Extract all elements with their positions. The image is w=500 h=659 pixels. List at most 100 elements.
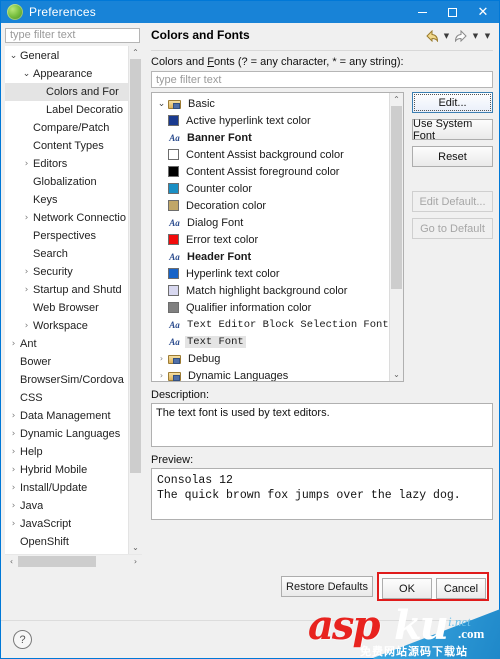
list-item[interactable]: Decoration color (152, 197, 389, 214)
chevron-right-icon[interactable]: › (7, 339, 20, 349)
chevron-right-icon[interactable]: › (155, 371, 168, 380)
chevron-right-icon[interactable]: › (20, 159, 33, 169)
page-menu-chevron-down-icon[interactable]: ▼ (482, 29, 493, 43)
ok-button[interactable]: OK (382, 578, 432, 599)
tree-hscroll-thumb[interactable] (18, 556, 96, 567)
tree-item[interactable]: › Network Connectio (5, 209, 128, 227)
tree-scroll-thumb[interactable] (130, 58, 141, 474)
list-item[interactable]: › Debug (152, 350, 389, 367)
tree-item[interactable]: › Dynamic Languages (5, 425, 128, 443)
list-scroll-track[interactable] (390, 106, 403, 368)
use-system-font-button[interactable]: Use System Font (412, 118, 493, 142)
tree-item[interactable]: Keys (5, 191, 128, 209)
chevron-right-icon[interactable]: › (7, 411, 20, 421)
chevron-right-icon[interactable]: › (7, 465, 20, 475)
help-icon[interactable]: ? (13, 630, 32, 649)
reset-button[interactable]: Reset (412, 146, 493, 167)
tree-item[interactable]: Label Decoratio (5, 101, 128, 119)
list-item[interactable]: Counter color (152, 180, 389, 197)
list-item[interactable]: Qualifier information color (152, 299, 389, 316)
list-scroll-up-icon[interactable]: ⌃ (390, 93, 403, 106)
tree-item[interactable]: Perspectives (5, 227, 128, 245)
back-arrow-icon[interactable] (424, 29, 440, 43)
tree-item[interactable]: › Startup and Shutd (5, 281, 128, 299)
list-item[interactable]: Aa Banner Font (152, 129, 389, 146)
tree-item[interactable]: Web Browser (5, 299, 128, 317)
tree-item[interactable]: Search (5, 245, 128, 263)
minimize-button[interactable] (407, 1, 437, 23)
tree-item[interactable]: ⌄ Appearance (5, 65, 128, 83)
scroll-right-icon[interactable]: › (129, 555, 142, 568)
chevron-right-icon[interactable]: › (155, 354, 168, 363)
list-item[interactable]: › Dynamic Languages (152, 367, 389, 382)
chevron-right-icon[interactable]: › (7, 447, 20, 457)
tree-item[interactable]: Globalization (5, 173, 128, 191)
chevron-right-icon[interactable]: › (7, 501, 20, 511)
tree-item[interactable]: › JavaScript (5, 515, 128, 533)
tree-item[interactable]: › Ant (5, 335, 128, 353)
colors-filter-input[interactable]: type filter text (151, 71, 493, 88)
list-item[interactable]: ⌄ Basic (152, 95, 389, 112)
tree-hscroll-track[interactable] (18, 555, 129, 568)
list-item[interactable]: Hyperlink text color (152, 265, 389, 282)
chevron-right-icon[interactable]: › (7, 483, 20, 493)
list-item[interactable]: Content Assist background color (152, 146, 389, 163)
chevron-right-icon[interactable]: › (20, 321, 33, 331)
tree-item[interactable]: › Hybrid Mobile (5, 461, 128, 479)
list-item[interactable]: Error text color (152, 231, 389, 248)
tree-item[interactable]: › Security (5, 263, 128, 281)
chevron-down-icon[interactable]: ⌄ (155, 99, 168, 109)
forward-arrow-icon[interactable] (453, 29, 469, 43)
tree-item[interactable]: Content Types (5, 137, 128, 155)
tree-scroll-track[interactable] (129, 58, 142, 541)
maximize-button[interactable] (437, 1, 467, 23)
tree-item[interactable]: › Data Management (5, 407, 128, 425)
list-item[interactable]: Aa Header Font (152, 248, 389, 265)
tree-item[interactable]: › Help (5, 443, 128, 461)
scroll-left-icon[interactable]: ‹ (5, 555, 18, 568)
tree-item[interactable]: › Editors (5, 155, 128, 173)
chevron-right-icon[interactable]: › (7, 429, 20, 439)
chevron-down-icon[interactable]: ⌄ (20, 69, 33, 79)
list-item[interactable]: Aa Dialog Font (152, 214, 389, 231)
chevron-right-icon[interactable]: › (20, 267, 33, 277)
list-item[interactable]: Content Assist foreground color (152, 163, 389, 180)
tree-vertical-scrollbar[interactable]: ⌃ ⌄ (128, 45, 142, 554)
list-vertical-scrollbar[interactable]: ⌃ ⌄ (389, 93, 403, 381)
chevron-right-icon[interactable]: › (20, 285, 33, 295)
tree-item[interactable]: BrowserSim/Cordova (5, 371, 128, 389)
tree-item[interactable]: Compare/Patch (5, 119, 128, 137)
list-scroll-area[interactable]: ⌄ Basic Active hyperlink text color Aa Banne… (152, 93, 389, 382)
tree-item[interactable]: OpenShift (5, 533, 128, 551)
scroll-down-icon[interactable]: ⌄ (129, 541, 142, 554)
tree-item[interactable]: Colors and For (5, 82, 128, 101)
tree-item[interactable]: ›PHP (5, 551, 128, 555)
close-button[interactable]: ✕ (467, 1, 499, 23)
chevron-right-icon[interactable]: › (7, 519, 20, 529)
tree-filter-input[interactable]: type filter text (5, 28, 140, 43)
list-scroll-thumb[interactable] (391, 106, 402, 290)
edit-button[interactable]: Edit... (412, 92, 493, 113)
list-item[interactable]: Aa Text Editor Block Selection Font (152, 316, 389, 333)
restore-defaults-button[interactable]: Restore Defaults (281, 576, 373, 597)
scroll-up-icon[interactable]: ⌃ (129, 46, 142, 59)
tree-item-label: BrowserSim/Cordova (20, 373, 124, 386)
tree-item[interactable]: › Install/Update (5, 479, 128, 497)
back-menu-chevron-down-icon[interactable]: ▼ (441, 29, 452, 43)
list-scroll-down-icon[interactable]: ⌄ (390, 368, 403, 381)
list-item[interactable]: Active hyperlink text color (152, 112, 389, 129)
list-item[interactable]: Aa Text Font (152, 333, 389, 350)
tree-item[interactable]: › Java (5, 497, 128, 515)
chevron-right-icon[interactable]: › (20, 213, 33, 223)
tree-item-label: Globalization (33, 175, 97, 188)
tree-horizontal-scrollbar[interactable]: ‹ › (5, 554, 142, 568)
tree-item[interactable]: › Workspace (5, 317, 128, 335)
list-item[interactable]: Match highlight background color (152, 282, 389, 299)
cancel-button[interactable]: Cancel (436, 578, 486, 599)
tree-item[interactable]: Bower (5, 353, 128, 371)
tree-item[interactable]: ⌄ General (5, 47, 128, 65)
tree-item[interactable]: CSS (5, 389, 128, 407)
forward-menu-chevron-down-icon[interactable]: ▼ (470, 29, 481, 43)
chevron-down-icon[interactable]: ⌄ (7, 51, 20, 61)
tree-scroll-area[interactable]: ⌄ General ⌄ Appearance Colors and For Label D… (5, 46, 128, 554)
